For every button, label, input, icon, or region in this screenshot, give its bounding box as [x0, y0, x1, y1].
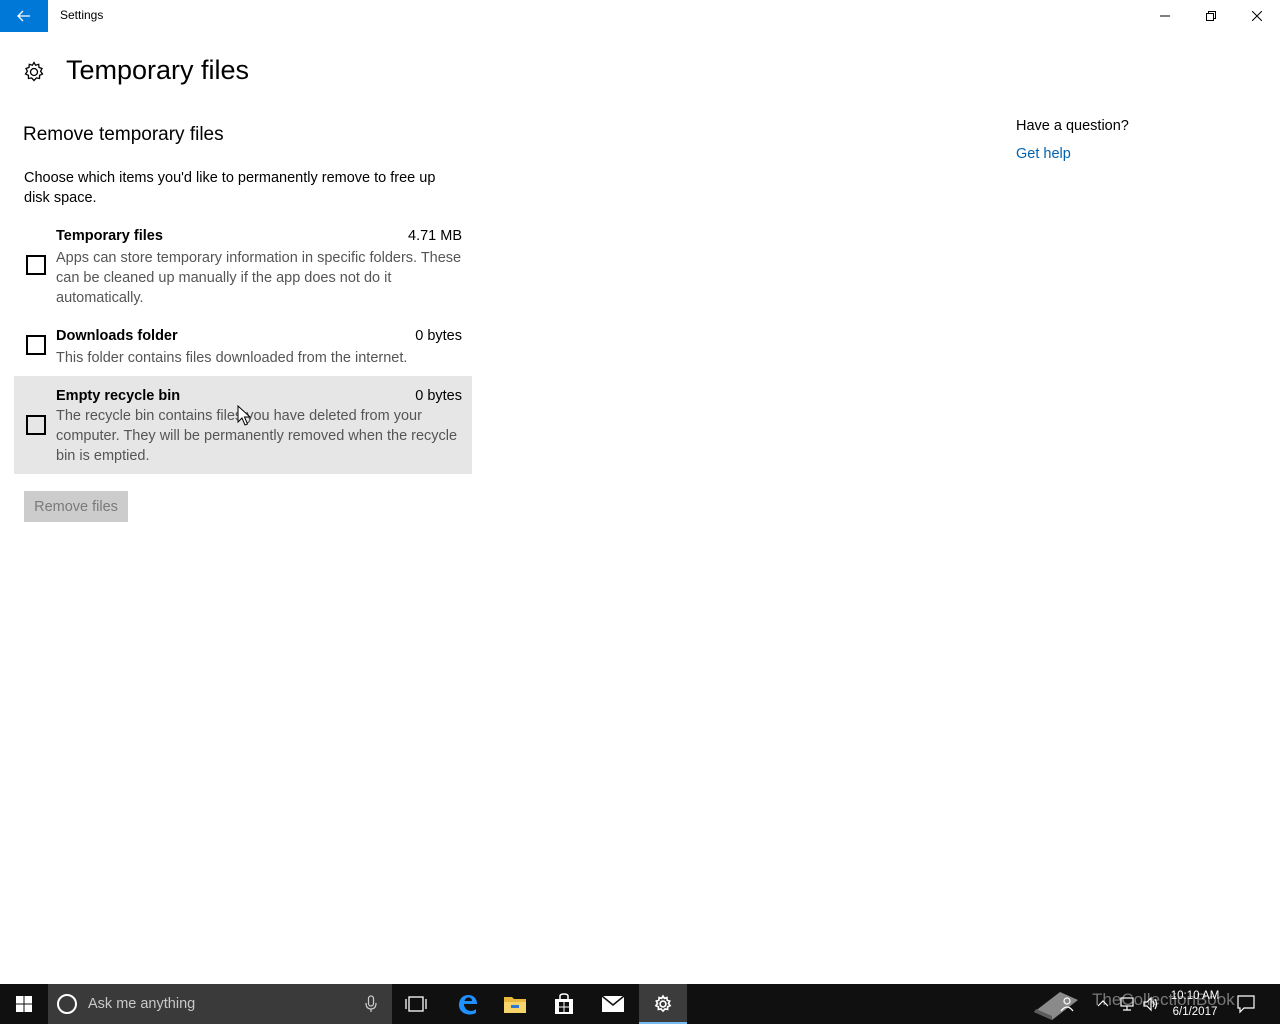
mail-icon — [601, 995, 625, 1012]
intro-text: Choose which items you'd like to permane… — [24, 170, 436, 206]
search-placeholder: Ask me anything — [88, 996, 196, 1012]
edge-icon — [459, 995, 477, 1015]
close-icon — [1252, 11, 1262, 21]
settings-taskbar-button[interactable] — [639, 984, 687, 1024]
title-bar: Settings — [0, 0, 1280, 32]
list-item-temporary-files[interactable]: Temporary files 4.71 MB Apps can store t… — [14, 220, 472, 316]
close-button[interactable] — [1234, 0, 1280, 32]
item-size: 0 bytes — [415, 328, 462, 344]
item-description: Apps can store temporary information in … — [56, 250, 462, 306]
microphone-icon[interactable] — [364, 995, 378, 1013]
minimize-icon — [1160, 15, 1170, 17]
item-size: 0 bytes — [415, 388, 462, 404]
start-button[interactable] — [0, 984, 48, 1024]
mail-button[interactable] — [589, 984, 637, 1024]
chevron-up-icon[interactable] — [1094, 995, 1112, 1013]
task-view-button[interactable] — [392, 984, 440, 1024]
store-button[interactable] — [540, 984, 588, 1024]
cortana-icon — [57, 994, 77, 1014]
clock-date: 6/1/2017 — [1172, 1006, 1218, 1018]
item-description: The recycle bin contains files you have … — [56, 408, 458, 464]
file-explorer-button[interactable] — [491, 984, 539, 1024]
edge-button[interactable] — [443, 984, 491, 1024]
restore-button[interactable] — [1188, 0, 1234, 32]
page-title: Temporary files — [66, 55, 250, 85]
item-name: Empty recycle bin — [56, 388, 181, 404]
remove-files-button[interactable]: Remove files — [24, 491, 128, 522]
minimize-button[interactable] — [1142, 0, 1188, 32]
empty-recycle-bin-checkbox[interactable] — [26, 415, 46, 435]
item-size: 4.71 MB — [408, 228, 462, 244]
restore-icon — [1206, 11, 1216, 21]
clock-time: 10:10 AM — [1170, 990, 1220, 1002]
window-title: Settings — [60, 8, 104, 22]
people-icon[interactable] — [1058, 995, 1076, 1013]
downloads-folder-checkbox[interactable] — [26, 335, 46, 355]
back-button[interactable] — [0, 0, 48, 32]
gear-icon — [24, 61, 44, 82]
action-center-icon[interactable] — [1236, 994, 1256, 1014]
get-help-link[interactable]: Get help — [1016, 146, 1071, 162]
network-icon[interactable] — [1118, 995, 1136, 1013]
store-icon — [555, 993, 573, 1014]
list-item-downloads-folder[interactable]: Downloads folder 0 bytes This folder con… — [14, 320, 472, 376]
folder-icon — [504, 997, 526, 1013]
clock[interactable]: 10:10 AM 6/1/2017 — [1166, 988, 1224, 1020]
mouse-cursor-icon — [237, 405, 251, 426]
item-description: This folder contains files downloaded fr… — [56, 350, 408, 366]
windows-logo-icon — [16, 996, 32, 1012]
item-name: Downloads folder — [56, 328, 178, 344]
section-title: Remove temporary files — [23, 124, 224, 145]
temporary-files-checkbox[interactable] — [26, 255, 46, 275]
search-box[interactable]: Ask me anything — [48, 984, 392, 1024]
back-arrow-icon — [17, 10, 30, 22]
help-question: Have a question? — [1016, 118, 1129, 134]
volume-icon[interactable] — [1142, 995, 1160, 1013]
item-name: Temporary files — [56, 228, 163, 244]
settings-gear-icon — [654, 994, 672, 1013]
task-view-icon — [405, 996, 427, 1012]
taskbar: Ask me anything TheCollectionBook 10:10 … — [0, 984, 1280, 1024]
